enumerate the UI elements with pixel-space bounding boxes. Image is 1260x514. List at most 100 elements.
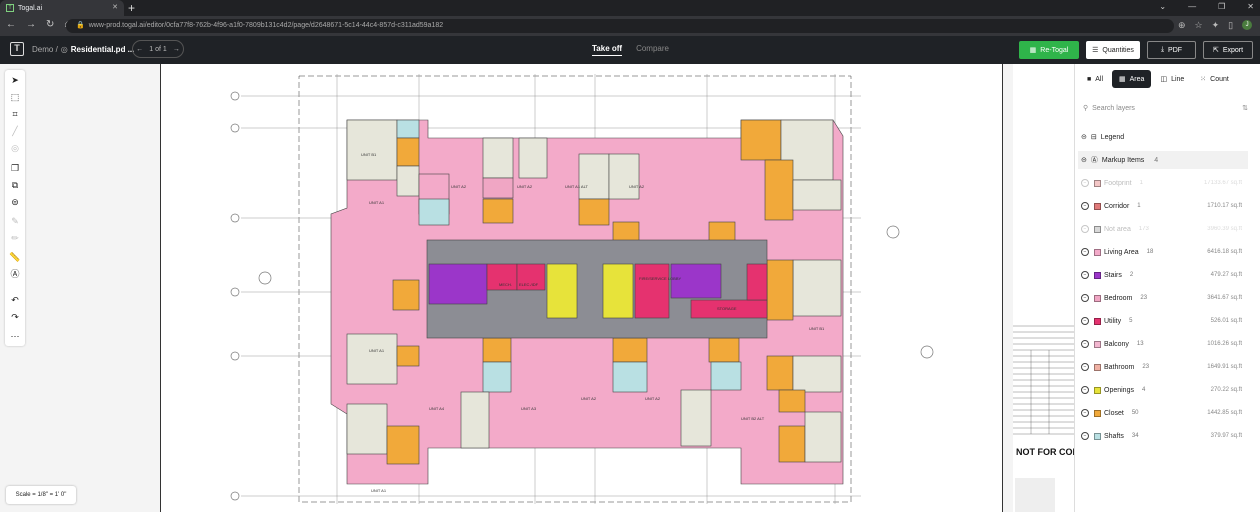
chevron-down-icon[interactable]: ⌄: [1159, 2, 1166, 11]
unit-label: UNIT A4: [429, 406, 445, 411]
restore-icon[interactable]: ❐: [1218, 2, 1225, 11]
ruler-icon[interactable]: 📏: [9, 251, 21, 263]
file-name[interactable]: Residential.pd ...: [71, 45, 135, 54]
tab-take-off[interactable]: Take off: [592, 44, 623, 56]
ai-icon[interactable]: Ⓐ: [9, 268, 21, 280]
layer-row[interactable]: − Openings 4 270.22 sq.ft: [1078, 381, 1248, 399]
visibility-toggle-icon[interactable]: −: [1081, 340, 1089, 348]
line-icon: ◫: [1160, 76, 1168, 83]
search-icon: ⚲: [1083, 105, 1089, 112]
unit-label: UNIT A1 ALT: [565, 184, 589, 189]
layer-row[interactable]: − Closet 50 1442.85 sq.ft: [1078, 404, 1248, 422]
copy-icon[interactable]: ❐: [9, 162, 21, 174]
count-tool-icon[interactable]: ◎: [9, 142, 21, 154]
layer-row[interactable]: − Shafts 34 379.97 sq.ft: [1078, 427, 1248, 445]
layer-count: 23: [1142, 364, 1150, 370]
layer-color-swatch[interactable]: [1094, 225, 1101, 233]
visibility-toggle-icon[interactable]: −: [1081, 294, 1089, 302]
togal-logo-icon[interactable]: T: [10, 42, 24, 56]
browser-tab[interactable]: T Togal.ai ✕: [0, 0, 124, 16]
layer-color-swatch[interactable]: [1094, 294, 1101, 302]
layer-row[interactable]: − Living Area 18 6416.18 sq.ft: [1078, 243, 1248, 261]
markup-section[interactable]: ⊝ Ⓐ Markup Items 4: [1078, 151, 1248, 169]
layer-row[interactable]: − Bedroom 23 3641.67 sq.ft: [1078, 289, 1248, 307]
layer-color-swatch[interactable]: [1094, 409, 1101, 417]
paste-icon[interactable]: ⧉: [9, 179, 21, 191]
minimize-icon[interactable]: —: [1188, 2, 1196, 11]
star-icon[interactable]: ☆: [1195, 20, 1203, 31]
layer-row[interactable]: − Stairs 2 479.27 sq.ft: [1078, 266, 1248, 284]
legend-section[interactable]: ⊝ ⊟ Legend: [1078, 128, 1248, 146]
layer-area: 6416.18 sq.ft: [1207, 249, 1242, 255]
layer-row[interactable]: − Footprint 1 17133.67 sq.ft: [1078, 174, 1248, 192]
prev-page-icon[interactable]: ←: [136, 46, 143, 53]
quantities-button[interactable]: ☰ Quantities: [1086, 41, 1140, 59]
install-icon[interactable]: ⊕: [1178, 20, 1186, 31]
visibility-toggle-icon[interactable]: −: [1081, 225, 1089, 233]
unit-label: UNIT A1: [371, 488, 387, 493]
layer-color-swatch[interactable]: [1094, 386, 1101, 394]
visibility-toggle-icon[interactable]: −: [1081, 386, 1089, 394]
sidebar-icon[interactable]: ▯: [1228, 20, 1233, 31]
next-page-icon[interactable]: →: [173, 46, 180, 53]
layer-color-swatch[interactable]: [1094, 271, 1101, 279]
back-icon[interactable]: ←: [6, 19, 16, 30]
layer-row[interactable]: − Not area 173 3960.39 sq.ft: [1078, 220, 1248, 238]
visibility-toggle-icon[interactable]: −: [1081, 363, 1089, 371]
layer-color-swatch[interactable]: [1094, 363, 1101, 371]
visibility-toggle-icon[interactable]: −: [1081, 271, 1089, 279]
pencil-icon[interactable]: ✏: [9, 232, 21, 244]
breadcrumb-root[interactable]: Demo /: [32, 45, 58, 54]
export-button[interactable]: ⇱ Export: [1203, 41, 1253, 59]
layer-row[interactable]: − Utility 5 526.01 sq.ft: [1078, 312, 1248, 330]
forward-icon[interactable]: →: [26, 19, 36, 30]
undo-icon[interactable]: ↶: [9, 294, 21, 306]
tab-area[interactable]: ▦ Area: [1112, 70, 1152, 88]
retogal-button[interactable]: ▦ Re-Togal: [1019, 41, 1079, 59]
profile-avatar[interactable]: J: [1242, 20, 1253, 30]
tab-line[interactable]: ◫ Line: [1153, 70, 1191, 88]
close-tab-icon[interactable]: ✕: [112, 3, 118, 11]
pen-icon[interactable]: ✎: [9, 215, 21, 227]
line-tool-icon[interactable]: ╱: [9, 125, 21, 137]
crop-tool-icon[interactable]: ⌗: [9, 108, 21, 120]
expand-icon[interactable]: ⊝: [1081, 133, 1087, 141]
layer-color-swatch[interactable]: [1094, 340, 1101, 348]
layer-color-swatch[interactable]: [1094, 179, 1101, 187]
area-tool-icon[interactable]: ⬚: [9, 91, 21, 103]
tab-line-label: Line: [1171, 75, 1185, 83]
visibility-toggle-icon[interactable]: −: [1081, 248, 1089, 256]
more-icon[interactable]: ⋯: [9, 330, 21, 342]
new-tab-icon[interactable]: +: [128, 1, 135, 15]
layer-search[interactable]: ⚲ Search layers ⇅: [1080, 100, 1252, 116]
extensions-icon[interactable]: ✦: [1212, 20, 1220, 31]
layer-color-swatch[interactable]: [1094, 202, 1101, 210]
reload-icon[interactable]: ↻: [46, 19, 54, 30]
drawing-sheet[interactable]: UNIT A1 UNIT B1 UNIT A2 UNIT A2 UNIT A1 …: [160, 64, 1003, 512]
tab-count[interactable]: ⁙ Count: [1193, 70, 1236, 88]
visibility-toggle-icon[interactable]: −: [1081, 202, 1089, 210]
visibility-toggle-icon[interactable]: −: [1081, 432, 1089, 440]
scale-indicator[interactable]: Scale = 1/8" = 1' 0": [6, 486, 76, 504]
close-window-icon[interactable]: ✕: [1247, 2, 1254, 11]
filter-icon[interactable]: ⇅: [1242, 104, 1248, 112]
layers-icon[interactable]: ⊜: [9, 196, 21, 208]
unit-label: UNIT A1: [369, 348, 385, 353]
layer-name: Stairs: [1104, 271, 1122, 279]
pdf-button[interactable]: ⤓ PDF: [1147, 41, 1196, 59]
layer-color-swatch[interactable]: [1094, 248, 1101, 256]
tab-all[interactable]: ■ All: [1080, 70, 1110, 88]
visibility-toggle-icon[interactable]: −: [1081, 179, 1089, 187]
select-arrow-icon[interactable]: ➤: [9, 74, 21, 86]
layer-color-swatch[interactable]: [1094, 317, 1101, 325]
layer-color-swatch[interactable]: [1094, 432, 1101, 440]
expand-icon[interactable]: ⊝: [1081, 156, 1087, 164]
layer-row[interactable]: − Bathroom 23 1649.91 sq.ft: [1078, 358, 1248, 376]
visibility-toggle-icon[interactable]: −: [1081, 409, 1089, 417]
layer-row[interactable]: − Corridor 1 1710.17 sq.ft: [1078, 197, 1248, 215]
address-bar[interactable]: 🔒 www-prod.togal.ai/editor/0cfa77f8-762b-…: [66, 19, 1174, 33]
visibility-toggle-icon[interactable]: −: [1081, 317, 1089, 325]
tab-compare[interactable]: Compare: [636, 44, 669, 56]
layer-row[interactable]: − Balcony 13 1016.26 sq.ft: [1078, 335, 1248, 353]
redo-icon[interactable]: ↷: [9, 311, 21, 323]
